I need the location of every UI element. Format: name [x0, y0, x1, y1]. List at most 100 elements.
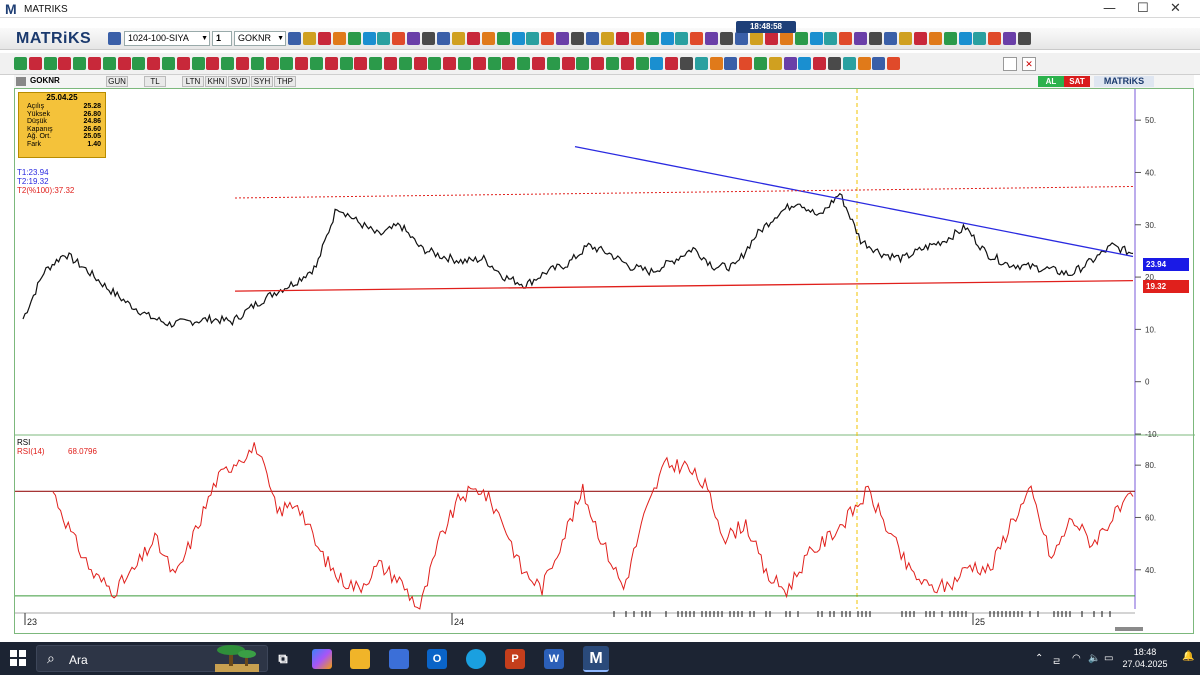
drawing-tool-icon[interactable]: [102, 57, 116, 70]
windows-start-icon[interactable]: [10, 650, 26, 666]
drawing-tool-icon[interactable]: [354, 57, 368, 70]
drawing-tool-icon[interactable]: [147, 57, 161, 70]
volume-icon[interactable]: 🔈: [1088, 653, 1100, 664]
drawing-tool-icon[interactable]: [502, 57, 516, 70]
drawing-tool-icon[interactable]: [28, 57, 42, 70]
notification-icon[interactable]: 🔔: [1182, 651, 1194, 662]
drawing-tool-icon[interactable]: [206, 57, 220, 70]
toolbar-tool-icon[interactable]: [913, 32, 927, 45]
close-chart-icon[interactable]: ✕: [1022, 57, 1036, 71]
toolbar-tool-icon[interactable]: [645, 32, 659, 45]
drawing-tool-icon[interactable]: [517, 57, 531, 70]
drawing-tool-icon[interactable]: [857, 57, 871, 70]
toolbar-tool-icon[interactable]: [809, 32, 823, 45]
tab-khn[interactable]: KHN: [205, 76, 227, 87]
toolbar-tool-icon[interactable]: [630, 32, 644, 45]
drawing-tool-icon[interactable]: [680, 57, 693, 70]
maximize-button[interactable]: ☐: [1137, 2, 1149, 15]
copilot-icon[interactable]: [312, 649, 332, 669]
drawing-tool-icon[interactable]: [768, 57, 782, 70]
drawing-tool-icon[interactable]: [472, 57, 486, 70]
drawing-tool-icon[interactable]: [635, 57, 649, 70]
drawing-tool-icon[interactable]: [620, 57, 634, 70]
toolbar-tool-icon[interactable]: [824, 32, 838, 45]
toolbar-tool-icon[interactable]: [288, 32, 301, 45]
toolbar-tool-icon[interactable]: [422, 32, 436, 45]
buy-button[interactable]: AL: [1038, 76, 1064, 87]
tab-svd[interactable]: SVD: [228, 76, 250, 87]
drawing-tool-icon[interactable]: [132, 57, 146, 70]
toolbar-tool-icon[interactable]: [362, 32, 376, 45]
drawing-tool-icon[interactable]: [561, 57, 575, 70]
tab-syh[interactable]: SYH: [251, 76, 273, 87]
toolbar-tool-icon[interactable]: [839, 32, 853, 45]
drawing-tool-icon[interactable]: [591, 57, 605, 70]
drawing-tool-icon[interactable]: [384, 57, 397, 70]
toolbar-tool-icon[interactable]: [615, 32, 629, 45]
drawing-tool-icon[interactable]: [606, 57, 619, 70]
toolbar-tool-icon[interactable]: [466, 32, 480, 45]
drawing-tool-icon[interactable]: [176, 57, 190, 70]
toolbar-tool-icon[interactable]: [1018, 32, 1032, 45]
drawing-tool-icon[interactable]: [191, 57, 205, 70]
toolbar-tool-icon[interactable]: [526, 32, 540, 45]
toolbar-tool-icon[interactable]: [332, 32, 346, 45]
drawing-tool-icon[interactable]: [73, 57, 87, 70]
symbol-select[interactable]: GOKNR ▼: [234, 31, 286, 46]
toolbar-tool-icon[interactable]: [496, 32, 510, 45]
drawing-tool-icon[interactable]: [443, 57, 457, 70]
edge-icon[interactable]: [466, 649, 486, 669]
drawing-tool-icon[interactable]: [88, 57, 101, 70]
layout-select[interactable]: 1: [212, 31, 232, 46]
toolbar-tool-icon[interactable]: [690, 32, 704, 45]
drawing-tool-icon[interactable]: [398, 57, 412, 70]
drawing-tool-icon[interactable]: [576, 57, 590, 70]
toolbar-tool-icon[interactable]: [302, 32, 316, 45]
sell-button[interactable]: SAT: [1064, 76, 1090, 87]
drawing-tool-icon[interactable]: [694, 57, 708, 70]
toolbar-tool-icon[interactable]: [481, 32, 495, 45]
drawing-tool-icon[interactable]: [665, 57, 679, 70]
drawing-tool-icon[interactable]: [43, 57, 57, 70]
tab-tl[interactable]: TL: [144, 76, 166, 87]
drawing-tool-icon[interactable]: [709, 57, 723, 70]
template-select[interactable]: 1024-100-SIYA ▼: [124, 31, 210, 46]
language-icon[interactable]: ㄹ: [1052, 653, 1061, 668]
toolbar-tool-icon[interactable]: [735, 32, 748, 45]
toolbar-tool-icon[interactable]: [541, 32, 555, 45]
chart-panel[interactable]: 50. 40. 30. 20. 10. 0 -10. 80. 60. 40. 23 24 25: [14, 88, 1195, 634]
drawing-tool-icon[interactable]: [413, 57, 427, 70]
chevron-up-icon[interactable]: ⌃: [1035, 653, 1043, 664]
toolbar-tool-icon[interactable]: [347, 32, 361, 45]
toolbar-tool-icon[interactable]: [600, 32, 614, 45]
drawing-tool-icon[interactable]: [58, 57, 72, 70]
drawing-tool-icon[interactable]: [117, 57, 131, 70]
drawing-tool-icon[interactable]: [798, 57, 812, 70]
tab-gun[interactable]: GUN: [106, 76, 128, 87]
task-view-icon[interactable]: ⧉: [273, 649, 293, 669]
symbol-tab[interactable]: GOKNR: [30, 76, 60, 85]
drawing-tool-icon[interactable]: [310, 57, 323, 70]
toolbar-tool-icon[interactable]: [794, 32, 808, 45]
toolbar-tool-icon[interactable]: [377, 32, 391, 45]
toolbar-tool-icon[interactable]: [958, 32, 972, 45]
drawing-tool-icon[interactable]: [162, 57, 175, 70]
toolbar-tool-icon[interactable]: [571, 32, 585, 45]
drawing-tool-icon[interactable]: [265, 57, 279, 70]
toolbar-tool-icon[interactable]: [779, 32, 793, 45]
file-explorer-icon[interactable]: [350, 649, 370, 669]
toolbar-tool-icon[interactable]: [660, 32, 674, 45]
drawing-tool-icon[interactable]: [887, 57, 901, 70]
matriks-app-icon[interactable]: M: [583, 646, 609, 672]
toolbar-tool-icon[interactable]: [511, 32, 525, 45]
drawing-tool-icon[interactable]: [828, 57, 841, 70]
close-button[interactable]: ✕: [1170, 2, 1181, 15]
drawing-tool-icon[interactable]: [324, 57, 338, 70]
drawing-tool-icon[interactable]: [754, 57, 767, 70]
drawing-tool-icon[interactable]: [458, 57, 471, 70]
drawing-tool-icon[interactable]: [339, 57, 353, 70]
drawing-tool-icon[interactable]: [428, 57, 442, 70]
toolbar-tool-icon[interactable]: [586, 32, 599, 45]
drawing-tool-icon[interactable]: [532, 57, 545, 70]
drawing-tool-icon[interactable]: [813, 57, 827, 70]
